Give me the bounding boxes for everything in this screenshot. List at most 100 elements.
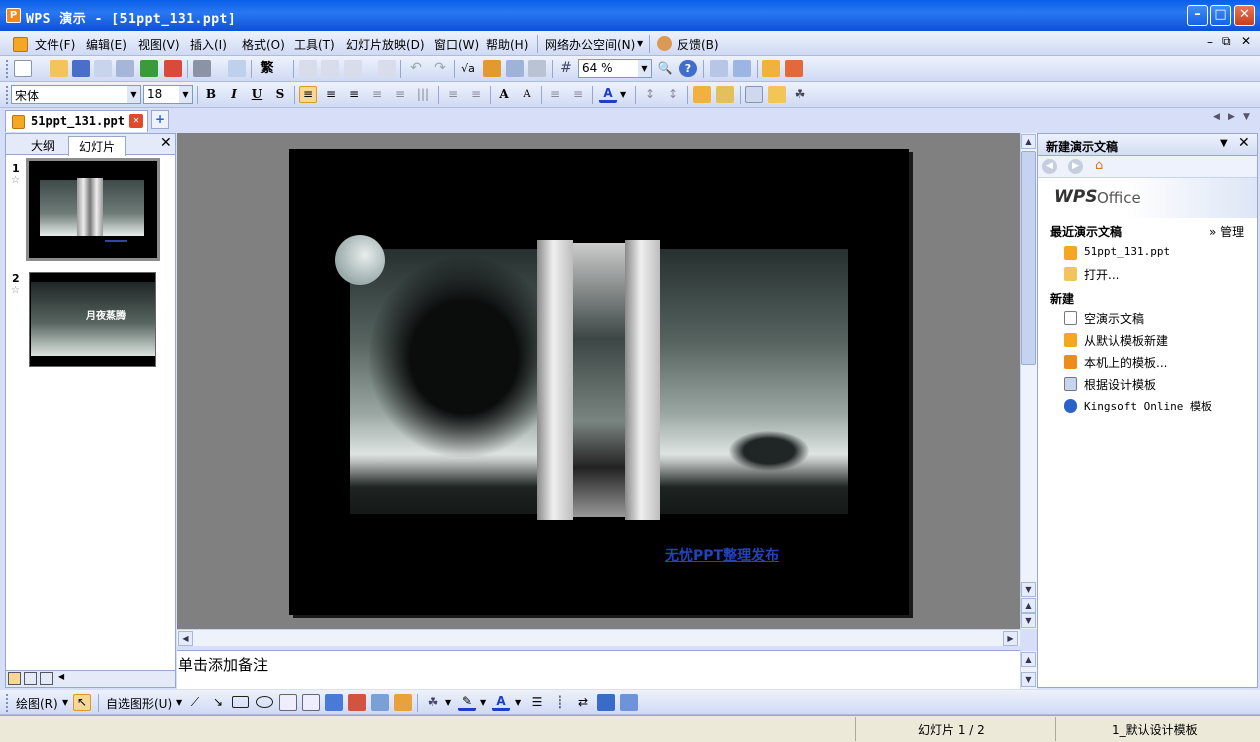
zoom-combo[interactable]: 64 % ▼ (578, 59, 652, 78)
autoshapes-menu[interactable]: 自选图形(U) (106, 695, 172, 712)
doc-minimize-icon[interactable]: – (1207, 35, 1213, 49)
layout-icon[interactable] (710, 60, 728, 77)
menu-view[interactable]: 视图(V) (138, 36, 180, 53)
slide-thumbnail[interactable] (26, 158, 160, 261)
slide[interactable]: 无忧PPT整理发布 (289, 149, 909, 615)
doc-restore-icon[interactable]: ⧉ (1222, 34, 1231, 49)
chart-icon[interactable] (483, 60, 501, 77)
menu-feedback[interactable]: 反馈(B) (677, 36, 719, 53)
default-template-link[interactable]: 从默认模板新建 (1064, 332, 1168, 349)
chevron-down-icon[interactable]: ▼ (445, 698, 451, 707)
textbox-icon[interactable] (279, 694, 297, 711)
scroll-up-icon[interactable]: ▲ (1021, 652, 1036, 667)
wordart-icon[interactable] (325, 694, 343, 711)
fill-color-icon[interactable]: ☘ (424, 694, 442, 711)
normal-view-icon[interactable] (8, 672, 21, 685)
decrease-font-icon[interactable]: A (518, 86, 536, 103)
scroll-right-icon[interactable]: ▶ (1228, 112, 1235, 122)
draw-menu[interactable]: 绘图(R) (16, 695, 58, 712)
notes-pane[interactable]: 单击添加备注 ▲ ▼ (177, 650, 1037, 689)
arrow-style-icon[interactable]: ⇄ (574, 694, 592, 711)
scrollbar-thumb[interactable] (1021, 151, 1036, 365)
close-panel-icon[interactable]: ✕ (160, 135, 172, 151)
chevron-down-icon[interactable]: ▼ (637, 39, 643, 48)
minimize-button[interactable]: – (1187, 5, 1208, 26)
rectangle-icon[interactable] (232, 696, 249, 708)
menu-network-office[interactable]: 网络办公空间(N) (545, 36, 635, 53)
blank-presentation-link[interactable]: 空演示文稿 (1064, 310, 1144, 327)
align-right-icon[interactable]: ≡ (345, 86, 363, 103)
new-file-icon[interactable] (14, 60, 32, 77)
vertical-scrollbar[interactable]: ▲ ▼ ▲ ▼ (1020, 133, 1037, 629)
scroll-down-icon[interactable]: ▼ (1021, 672, 1036, 687)
share-icon[interactable] (785, 60, 803, 77)
permission-icon[interactable] (116, 60, 134, 77)
scroll-down-icon[interactable]: ▼ (1021, 582, 1036, 597)
picture-icon[interactable] (394, 694, 412, 711)
next-slide-icon[interactable]: ▼ (1021, 613, 1036, 628)
document-tab[interactable]: 51ppt_131.ppt ✕ (5, 110, 148, 132)
diagram-icon[interactable] (348, 694, 366, 711)
chevron-down-icon[interactable]: ▼ (176, 698, 182, 707)
formula-icon[interactable]: √a (459, 60, 477, 77)
line-style-icon[interactable]: ☰ (528, 694, 546, 711)
design-icon[interactable] (693, 86, 711, 103)
chevron-down-icon[interactable]: ▼ (1243, 112, 1250, 122)
send-mail-icon[interactable] (140, 60, 158, 77)
font-name-combo[interactable]: 宋体 ▼ (11, 85, 141, 104)
chevron-down-icon[interactable]: ▼ (62, 698, 68, 707)
redo-icon[interactable]: ↷ (431, 60, 449, 77)
underline-button[interactable]: U (248, 86, 266, 103)
document-menu-icon[interactable] (13, 37, 28, 52)
clipart-icon[interactable] (371, 694, 389, 711)
paste-icon[interactable] (344, 60, 362, 77)
chevron-down-icon[interactable]: ▼ (620, 86, 630, 103)
local-templates-link[interactable]: 本机上的模板... (1064, 354, 1167, 371)
line-color-icon[interactable]: ✎ (458, 694, 476, 711)
decrease-indent-icon[interactable]: ≡ (546, 86, 564, 103)
ellipse-icon[interactable] (256, 696, 273, 708)
maximize-button[interactable]: □ (1210, 5, 1231, 26)
line-spacing-down-icon[interactable]: ↕ (664, 86, 682, 103)
find-icon[interactable]: 🔍 (656, 60, 674, 77)
bullet-list-icon[interactable]: ≡ (467, 86, 485, 103)
menu-window[interactable]: 窗口(W) (434, 36, 479, 53)
align-left-icon[interactable]: ≡ (299, 86, 317, 103)
notes-scrollbar[interactable]: ▲ ▼ (1020, 651, 1037, 689)
scroll-right-icon[interactable]: ▶ (1003, 631, 1018, 646)
forward-icon[interactable]: ▶ (1068, 159, 1083, 174)
close-tab-icon[interactable]: ✕ (129, 114, 143, 128)
horizontal-scrollbar[interactable]: ◀ ▶ (177, 629, 1020, 646)
menu-insert[interactable]: 插入(I) (190, 36, 227, 53)
task-pane-icon[interactable] (733, 60, 751, 77)
scroll-left-icon[interactable]: ◀ (58, 672, 64, 681)
font-size-combo[interactable]: 18 ▼ (143, 85, 193, 104)
menu-help[interactable]: 帮助(H) (486, 36, 528, 53)
distribute-icon[interactable]: ≡ (391, 86, 409, 103)
slide-thumbnail[interactable]: 月夜蒸腾 (29, 272, 156, 367)
scroll-left-icon[interactable]: ◀ (1213, 112, 1220, 122)
font-color-button[interactable]: A (599, 86, 617, 103)
close-icon[interactable]: ✕ (1238, 135, 1250, 151)
align-center-icon[interactable]: ≡ (322, 86, 340, 103)
chevron-down-icon[interactable]: ▼ (1220, 138, 1228, 149)
shadow-style-icon[interactable] (597, 694, 615, 711)
chevron-down-icon[interactable]: ▼ (127, 86, 140, 103)
arrow-icon[interactable]: ↘ (209, 694, 227, 711)
manage-link[interactable]: » 管理 (1209, 223, 1244, 240)
slideshow-view-icon[interactable] (40, 672, 53, 685)
line-icon[interactable]: ⟋ (186, 694, 204, 711)
save-as-icon[interactable] (94, 60, 112, 77)
online-template-link[interactable]: Kingsoft Online 模板 (1064, 398, 1212, 414)
menu-tools[interactable]: 工具(T) (294, 36, 335, 53)
justify-icon[interactable]: ≡ (368, 86, 386, 103)
slide-hyperlink[interactable]: 无忧PPT整理发布 (665, 545, 779, 565)
3d-style-icon[interactable] (620, 694, 638, 711)
home-icon[interactable]: ⌂ (1095, 158, 1103, 173)
font-color-icon[interactable]: A (492, 694, 510, 711)
copy-icon[interactable] (299, 60, 317, 77)
design-template-link[interactable]: 根据设计模板 (1064, 376, 1156, 393)
dash-style-icon[interactable]: ┊ (551, 694, 569, 711)
columns-icon[interactable]: ||| (414, 86, 432, 103)
hyperlink-icon[interactable] (528, 60, 546, 77)
